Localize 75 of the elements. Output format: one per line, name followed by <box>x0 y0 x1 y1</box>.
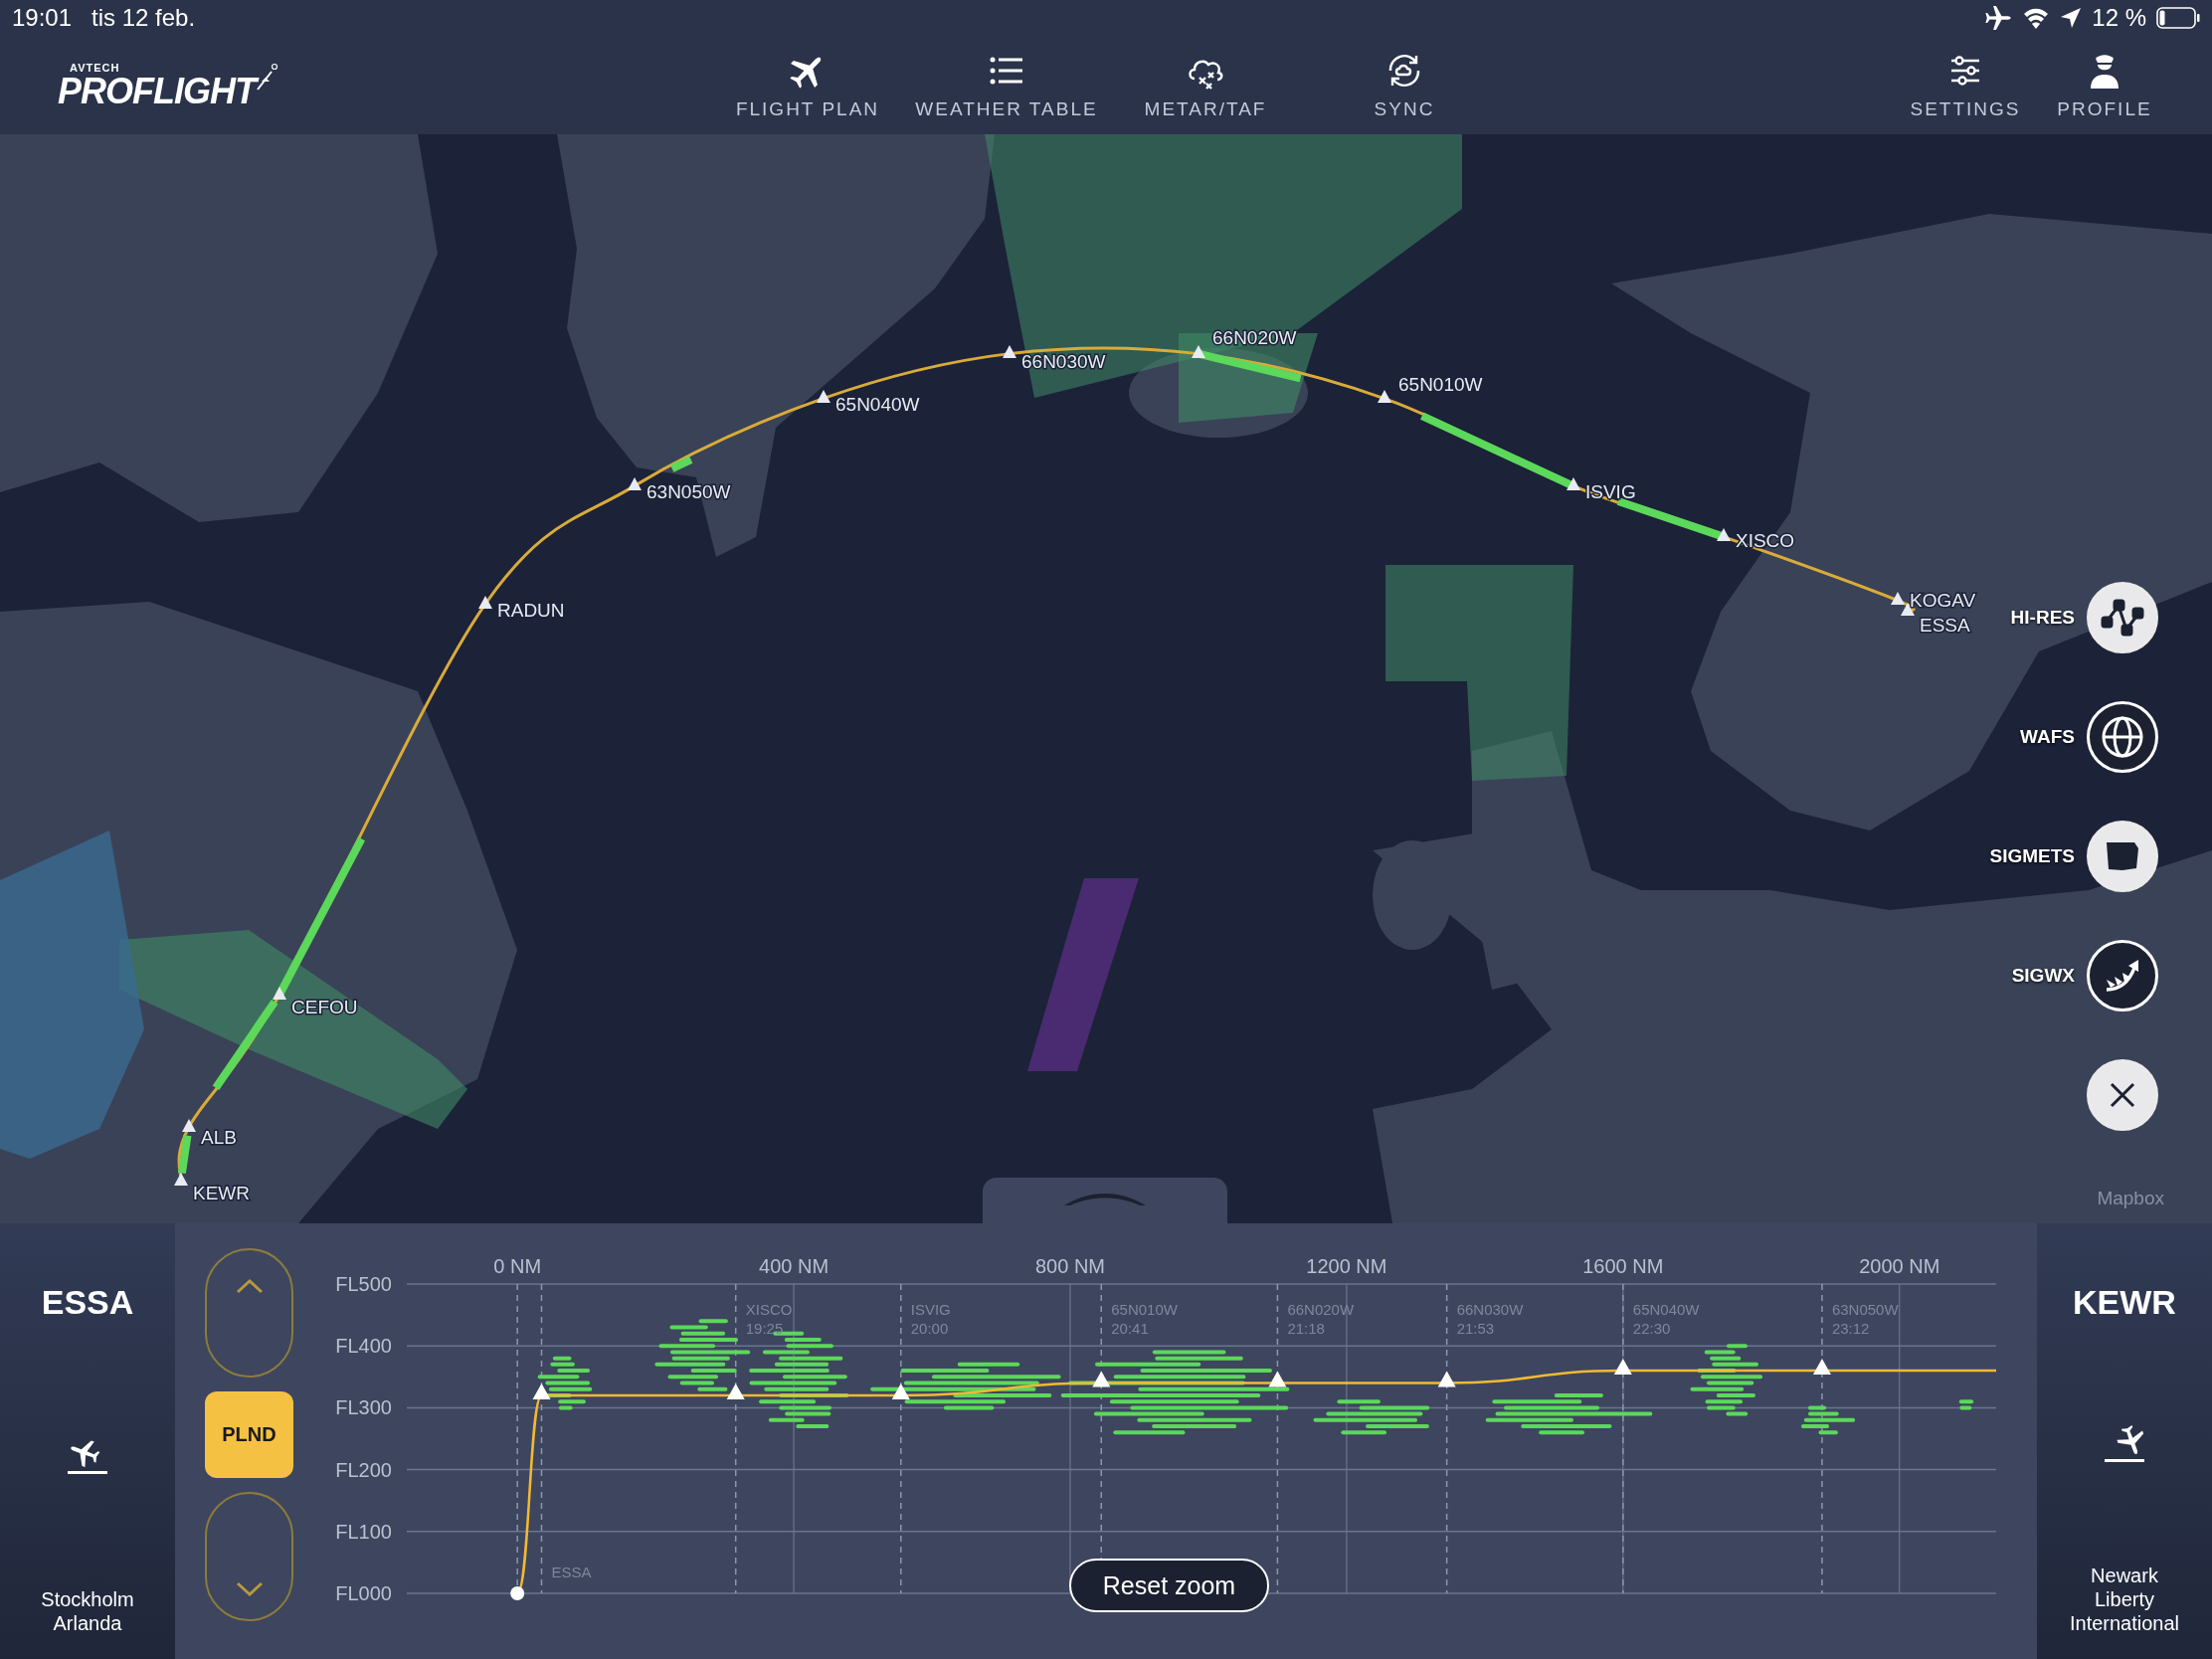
waypoint-label: 66N030W 21:53 <box>1456 1301 1524 1337</box>
waypoint-marker <box>182 1119 196 1132</box>
waypoint-marker <box>478 596 492 609</box>
waypoint-marker <box>273 987 286 1000</box>
wifi-icon <box>2022 6 2051 30</box>
axis-label: FL200 <box>335 1458 392 1481</box>
nav-tab[interactable]: WEATHER TABLE <box>907 50 1106 120</box>
waypoint-label: ESSA <box>1920 615 1970 636</box>
axis-label: FL400 <box>335 1335 392 1358</box>
mode-button[interactable]: PLND <box>205 1391 293 1478</box>
airport-name: Newark Liberty International <box>2068 1564 2181 1635</box>
waypoint-label: KEWR <box>193 1183 250 1203</box>
waypoint-label: 65N010W <box>1398 374 1483 395</box>
airport-code: ESSA <box>41 1283 134 1322</box>
layer-label: HI-RES <box>2010 607 2075 629</box>
waypoint-label: 66N020W 21:18 <box>1287 1301 1355 1337</box>
waypoint-marker <box>1378 390 1391 403</box>
waypoint-marker <box>817 390 830 403</box>
axis-label: 1600 NM <box>1582 1255 1664 1277</box>
waypoint-label: XISCO 19:25 <box>745 1301 793 1337</box>
waypoint-marker <box>174 1173 188 1186</box>
waypoint-marker <box>1003 345 1016 358</box>
waypoint-label: CEFOU <box>291 997 358 1017</box>
map-attribution: Mapbox <box>2097 1188 2164 1209</box>
airport-name: Stockholm Arlanda <box>40 1587 135 1635</box>
waypoint-marker <box>628 477 642 490</box>
waypoint-label: ISVIG <box>1585 481 1636 502</box>
nav-tab[interactable]: PROFILE <box>2035 50 2174 120</box>
waypoint-label: ESSA <box>551 1564 592 1580</box>
waypoint-label: XISCO <box>1736 530 1795 551</box>
axis-label: 1200 NM <box>1306 1255 1387 1277</box>
waypoint-label: RADUN <box>497 600 565 621</box>
axis-label: FL100 <box>335 1520 392 1543</box>
logo-brand: AVTECH <box>70 61 121 74</box>
reset-zoom-button[interactable]: Reset zoom <box>1069 1559 1269 1612</box>
axis-label: 400 NM <box>759 1255 830 1277</box>
status-date: tis 12 feb. <box>92 4 196 32</box>
nav-tab[interactable]: SETTINGS <box>1896 50 2035 120</box>
waypoint-label: KOGAV <box>1910 590 1976 611</box>
waypoint-marker <box>1717 528 1731 541</box>
axis-label: FL300 <box>335 1396 392 1419</box>
waypoint-label: ISVIG 20:00 <box>910 1301 951 1337</box>
nav-tab[interactable]: SYNC <box>1305 50 1504 120</box>
waypoint-label: 66N020W <box>1212 327 1297 348</box>
chevron-down-icon <box>235 1581 264 1597</box>
waypoint-marker <box>1891 592 1905 605</box>
battery-icon <box>2156 7 2200 29</box>
panel-handle[interactable] <box>983 1178 1227 1223</box>
chevron-up-icon <box>235 1278 264 1294</box>
layer-label: WAFS <box>2020 726 2075 748</box>
waypoint-label: 63N050W <box>646 481 731 502</box>
waypoint-label: 63N050W 23:12 <box>1831 1301 1899 1337</box>
close-icon <box>2108 1080 2137 1110</box>
battery-percent: 12 % <box>2092 4 2146 32</box>
axis-label: FL500 <box>335 1273 392 1295</box>
layer-label: SIGMETS <box>1989 845 2075 867</box>
waypoint-label: 65N010W 20:41 <box>1111 1301 1178 1337</box>
axis-label: 2000 NM <box>1859 1255 1940 1277</box>
nav-tab[interactable]: METAR/TAF <box>1106 50 1305 120</box>
layer-label: SIGWX <box>2011 965 2075 987</box>
waypoint-label: 65N040W <box>835 394 920 415</box>
status-time: 19:01 <box>12 4 73 32</box>
axis-label: 0 NM <box>493 1255 542 1277</box>
location-arrow-icon <box>2060 7 2083 29</box>
globe-icon <box>2100 714 2145 760</box>
axis-label: FL000 <box>335 1582 392 1604</box>
airport-code: KEWR <box>2073 1283 2176 1322</box>
airplane-mode-icon <box>1984 4 2013 32</box>
waypoint-label: 65N040W 22:30 <box>1632 1301 1700 1337</box>
waypoint-label: 66N030W <box>1021 351 1106 372</box>
nav-tab[interactable]: FLIGHT PLAN <box>708 50 907 120</box>
axis-label: 800 NM <box>1035 1255 1105 1277</box>
waypoint-marker <box>1192 345 1205 358</box>
waypoint-label: ALB <box>201 1127 237 1148</box>
waypoint-marker <box>1567 477 1580 490</box>
